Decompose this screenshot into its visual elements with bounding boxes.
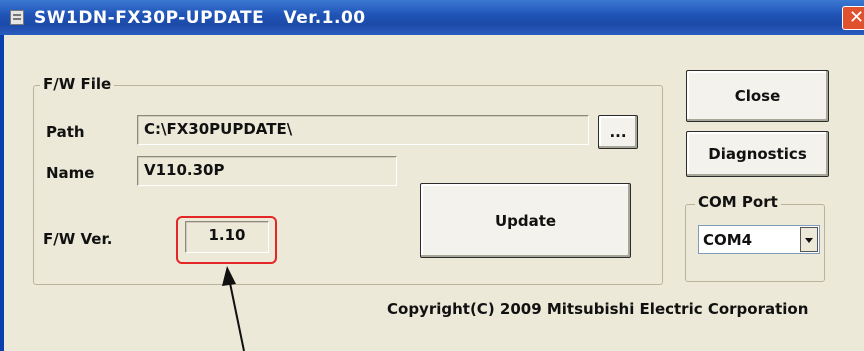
diagnostics-button[interactable]: Diagnostics (686, 131, 829, 177)
fw-file-group-label: F/W File (40, 75, 115, 93)
update-button[interactable]: Update (420, 183, 631, 258)
chevron-down-icon[interactable] (800, 227, 818, 252)
fw-version-highlight (176, 216, 277, 264)
com-port-selected-value: COM4 (703, 231, 753, 249)
browse-button[interactable]: ... (598, 115, 638, 149)
title-bar[interactable]: SW1DN-FX30P-UPDATE Ver.1.00 ✕ (0, 0, 864, 35)
copyright-text: Copyright(C) 2009 Mitsubishi Electric Co… (387, 300, 809, 318)
close-button[interactable]: Close (686, 70, 829, 122)
fw-version-label: F/W Ver. (43, 230, 113, 248)
window-close-icon[interactable]: ✕ (842, 6, 864, 30)
name-field: V110.30P (137, 156, 397, 186)
window-title: SW1DN-FX30P-UPDATE Ver.1.00 (34, 8, 366, 28)
window-frame-border (0, 35, 4, 351)
com-port-select[interactable]: COM4 (698, 225, 820, 254)
com-port-group-label: COM Port (695, 193, 781, 211)
app-window: SW1DN-FX30P-UPDATE Ver.1.00 ✕ F/W File P… (0, 0, 864, 351)
name-label: Name (46, 164, 95, 182)
path-label: Path (46, 123, 85, 141)
app-icon (10, 10, 24, 25)
path-field[interactable]: C:\FX30PUPDATE\ (137, 115, 589, 145)
